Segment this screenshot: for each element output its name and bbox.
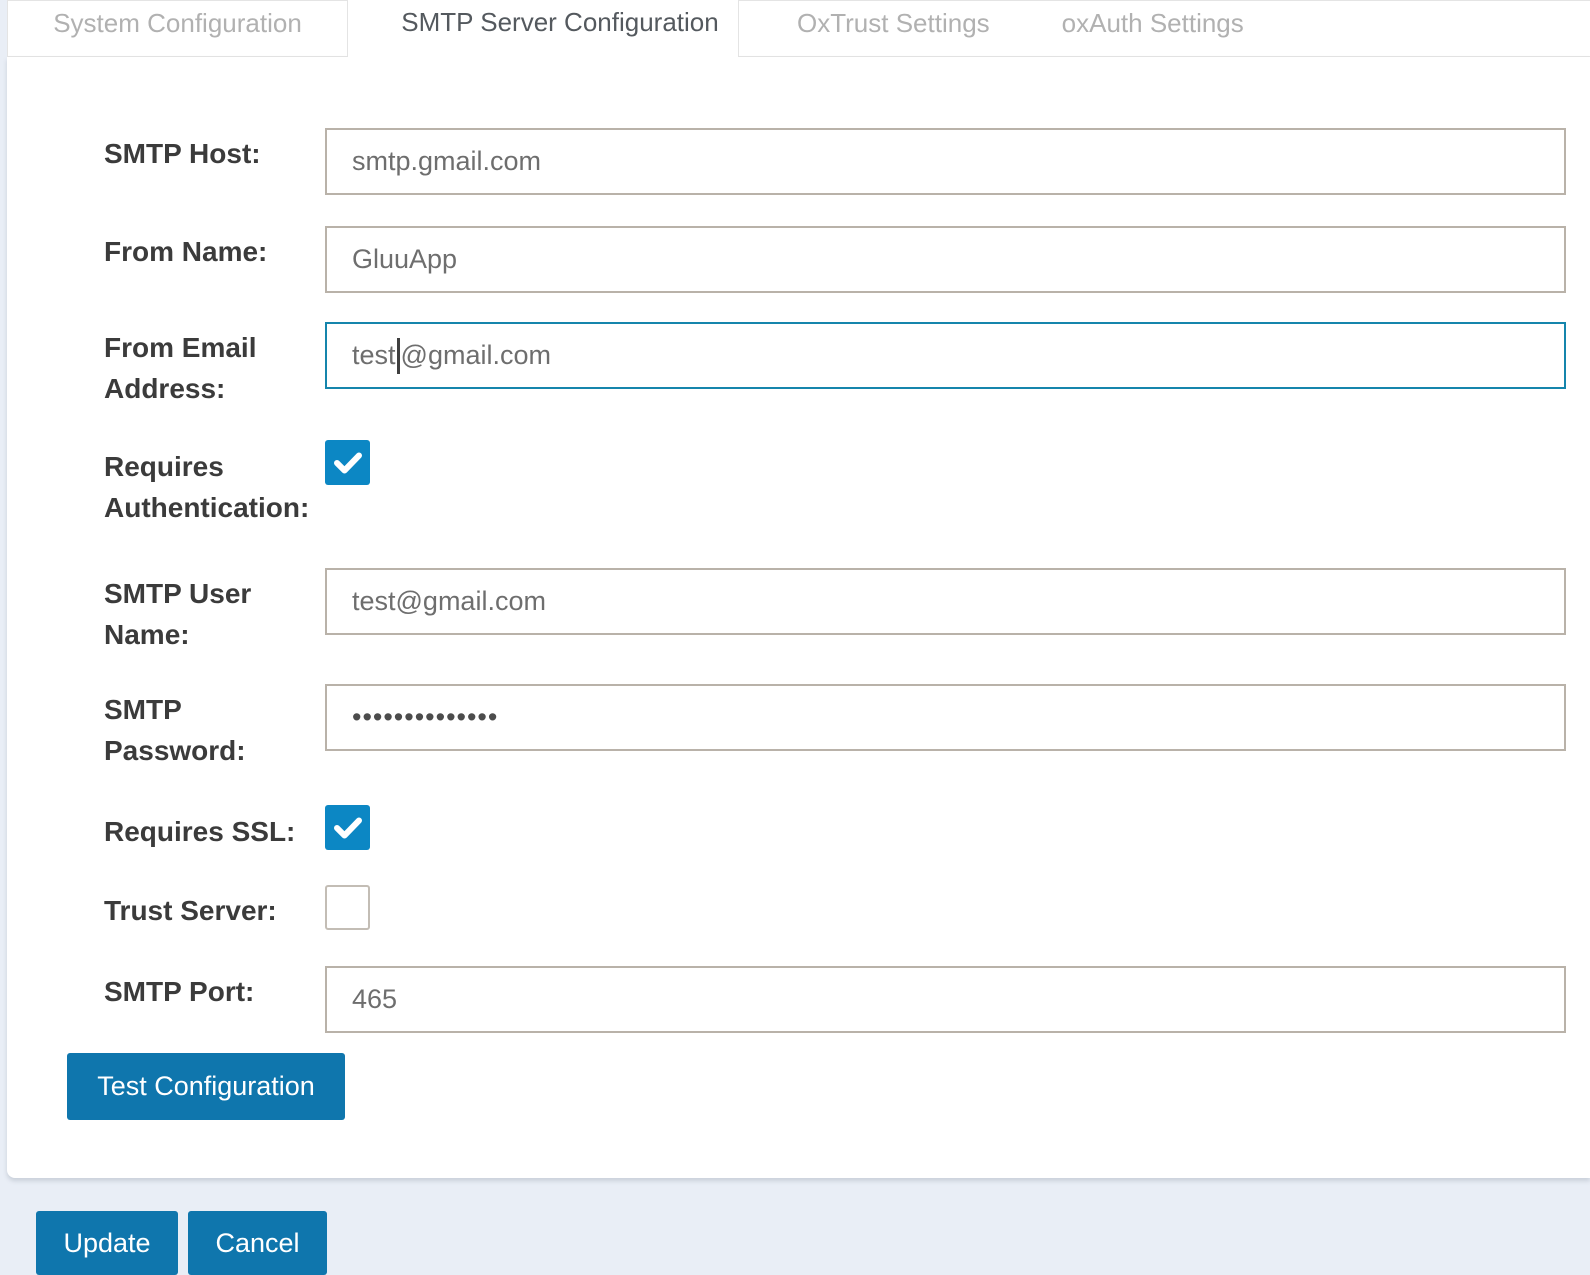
- smtp-host-label: SMTP Host:: [104, 133, 319, 174]
- tab-oxauth-settings[interactable]: oxAuth Settings: [1062, 1, 1244, 43]
- from-name-label: From Name:: [104, 231, 319, 272]
- update-button[interactable]: Update: [36, 1211, 178, 1275]
- requires-authentication-checkbox[interactable]: [325, 440, 370, 485]
- requires-authentication-label: Requires Authentication:: [104, 446, 319, 528]
- test-configuration-button[interactable]: Test Configuration: [67, 1053, 345, 1120]
- trust-server-checkbox[interactable]: [325, 885, 370, 930]
- tab-smtp-server-configuration-label: SMTP Server Configuration: [401, 0, 718, 42]
- requires-ssl-label: Requires SSL:: [104, 811, 319, 852]
- from-email-address-input[interactable]: test@gmail.com: [325, 322, 1566, 389]
- from-email-text-before-caret: test: [352, 340, 396, 371]
- checkmark-icon: [334, 452, 362, 474]
- smtp-configuration-panel: SMTP Host: From Name: From Email Address…: [7, 57, 1590, 1178]
- checkmark-icon: [334, 817, 362, 839]
- text-caret: [397, 338, 400, 374]
- tab-system-configuration[interactable]: System Configuration: [7, 0, 348, 57]
- from-name-input[interactable]: [325, 226, 1566, 293]
- smtp-port-input[interactable]: [325, 966, 1566, 1033]
- smtp-user-name-label: SMTP User Name:: [104, 573, 319, 655]
- smtp-password-label: SMTP Password:: [104, 689, 319, 771]
- smtp-host-input[interactable]: [325, 128, 1566, 195]
- tab-smtp-server-configuration[interactable]: SMTP Server Configuration: [348, 0, 738, 57]
- smtp-port-label: SMTP Port:: [104, 971, 319, 1012]
- smtp-user-name-input[interactable]: [325, 568, 1566, 635]
- tab-system-configuration-label: System Configuration: [53, 1, 302, 43]
- trust-server-label: Trust Server:: [104, 890, 319, 931]
- smtp-password-input[interactable]: [325, 684, 1566, 751]
- cancel-button[interactable]: Cancel: [188, 1211, 327, 1275]
- from-email-text-after-caret: @gmail.com: [401, 340, 551, 371]
- tab-group-right: OxTrust Settings oxAuth Settings: [738, 0, 1590, 57]
- requires-ssl-checkbox[interactable]: [325, 805, 370, 850]
- tab-oxtrust-settings[interactable]: OxTrust Settings: [797, 1, 990, 43]
- from-email-address-label: From Email Address:: [104, 327, 319, 409]
